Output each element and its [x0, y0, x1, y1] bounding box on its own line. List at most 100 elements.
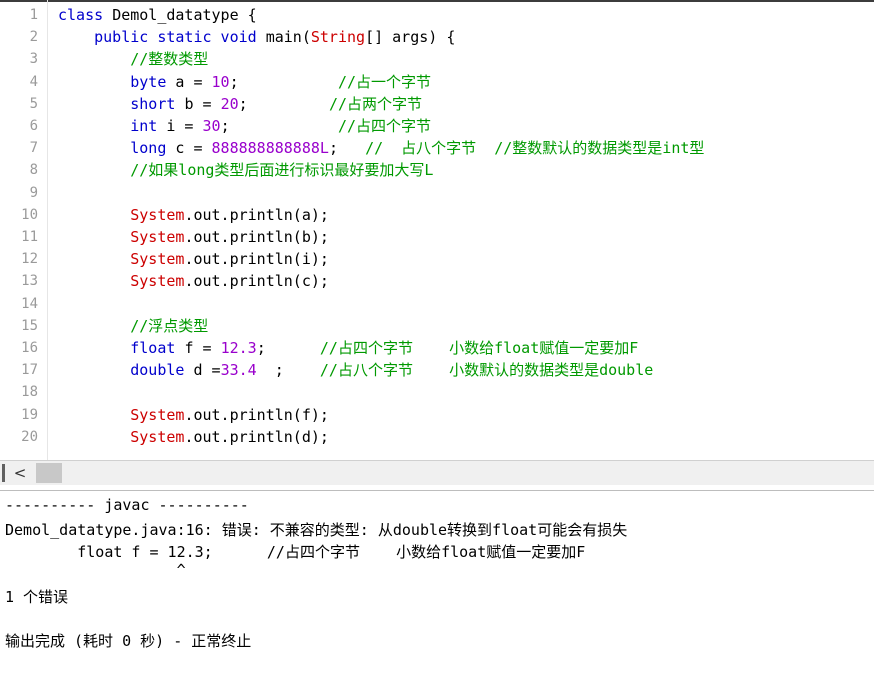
code-token: c = — [175, 139, 212, 158]
code-text: System.out.println(b); — [58, 226, 329, 248]
code-text: double d =33.4 ; //占八个字节 小数默认的数据类型是doubl… — [58, 359, 653, 381]
line-number: 13 — [21, 273, 38, 290]
code-token: 10 — [211, 72, 230, 91]
line-number: 16 — [21, 340, 38, 356]
code-line[interactable]: 10 System.out.println(a); — [0, 204, 874, 226]
code-line[interactable]: 14 — [0, 293, 874, 315]
code-token: 20 — [220, 94, 239, 113]
code-text: byte a = 10; //占一个字节 — [58, 71, 431, 93]
code-line[interactable]: 12 System.out.println(i); — [0, 248, 874, 270]
code-text: public static void main(String[] args) { — [58, 26, 455, 48]
code-text: //浮点类型 — [58, 315, 208, 337]
code-line[interactable]: 7 long c = 888888888888L; // 占八个字节 //整数默… — [0, 137, 874, 159]
line-number: 11 — [21, 229, 38, 245]
code-token: .out.println(c); — [184, 272, 329, 291]
code-token: class — [58, 6, 113, 24]
code-token: short — [58, 94, 185, 113]
code-line[interactable]: 2 public static void main(String[] args)… — [0, 26, 874, 48]
code-line[interactable]: 15 //浮点类型 — [0, 315, 874, 337]
code-token: ; — [238, 94, 329, 113]
line-number: 1 — [29, 7, 38, 23]
editor-top-border — [0, 0, 874, 2]
code-token: System — [58, 427, 185, 446]
code-line[interactable]: 5 short b = 20; //占两个字节 — [0, 93, 874, 115]
code-token: //占四个字节 — [337, 117, 432, 135]
line-number: 17 — [21, 362, 38, 379]
horizontal-scrollbar[interactable]: < — [0, 460, 874, 485]
scrollbar-edge — [2, 464, 5, 482]
code-line[interactable]: 20 System.out.println(d); — [0, 426, 874, 448]
code-token: //整数类型 — [58, 50, 209, 69]
code-token: .out.println(b); — [184, 228, 329, 246]
code-text: long c = 888888888888L; // 占八个字节 //整数默认的… — [58, 137, 704, 159]
line-number: 15 — [21, 317, 38, 334]
code-text: float f = 12.3; //占四个字节 小数给float赋值一定要加F — [58, 337, 638, 359]
code-line[interactable]: 17 double d =33.4 ; //占八个字节 小数默认的数据类型是do… — [0, 359, 874, 381]
output-line: ^ — [5, 561, 186, 579]
code-line[interactable]: 3 //整数类型 — [0, 48, 874, 70]
code-line[interactable]: 1 class Demol_datatype { — [0, 4, 874, 26]
code-text: class Demol_datatype { — [58, 4, 257, 26]
code-text: System.out.println(c); — [58, 270, 329, 292]
code-token: System — [58, 228, 185, 246]
code-token: //占一个字节 — [337, 72, 432, 91]
code-editor[interactable]: 1 class Demol_datatype {2 public static v… — [0, 0, 874, 460]
code-token: ; — [256, 361, 320, 380]
code-token: ; — [220, 117, 338, 135]
line-number: 2 — [29, 29, 38, 46]
code-token: System — [58, 405, 185, 424]
line-number: 8 — [29, 162, 38, 179]
code-line[interactable]: 11 System.out.println(b); — [0, 226, 874, 248]
code-line[interactable]: 18 — [0, 381, 874, 403]
code-text: //如果long类型后面进行标识最好要加大写L — [58, 159, 433, 181]
code-line[interactable]: 19 System.out.println(f); — [0, 404, 874, 426]
line-number: 19 — [21, 406, 38, 423]
code-text: short b = 20; //占两个字节 — [58, 93, 422, 115]
line-number: 18 — [21, 384, 38, 401]
line-number: 12 — [21, 251, 38, 268]
code-token: float — [58, 339, 185, 357]
code-line[interactable]: 13 System.out.println(c); — [0, 270, 874, 292]
line-number: 7 — [29, 140, 38, 157]
code-token: b = — [184, 94, 221, 113]
code-token: 12.3 — [220, 339, 257, 357]
code-token: .out.println(d); — [184, 427, 329, 446]
output-line: 1 个错误 — [5, 588, 69, 606]
code-token: 33.4 — [220, 361, 257, 380]
scroll-left-arrow-icon[interactable]: < — [8, 462, 32, 484]
code-line[interactable]: 9 — [0, 182, 874, 204]
code-token: //浮点类型 — [58, 316, 209, 335]
code-token: System — [58, 272, 185, 291]
code-token: //占八个字节 小数默认的数据类型是double — [319, 361, 654, 380]
pane-splitter[interactable] — [0, 485, 874, 491]
line-number: 10 — [21, 206, 38, 223]
code-text: System.out.println(a); — [58, 204, 329, 226]
line-number: 5 — [29, 95, 38, 112]
code-token: .out.println(i); — [184, 250, 329, 269]
code-token: 30 — [202, 117, 221, 135]
code-token: public static void — [58, 28, 266, 47]
line-number: 9 — [29, 184, 38, 201]
code-token: int — [58, 117, 167, 135]
scrollbar-thumb[interactable] — [36, 463, 62, 483]
code-token: 888888888888L — [211, 139, 329, 158]
code-token: // 占八个字节 //整数默认的数据类型是int型 — [365, 139, 705, 158]
output-line: 输出完成 (耗时 0 秒) - 正常终止 — [5, 632, 252, 650]
code-token: ; — [229, 72, 338, 91]
code-token: double — [58, 361, 194, 380]
code-token: [] args) { — [365, 28, 456, 47]
code-line[interactable]: 8 //如果long类型后面进行标识最好要加大写L — [0, 159, 874, 181]
code-line[interactable]: 4 byte a = 10; //占一个字节 — [0, 71, 874, 93]
line-number: 14 — [21, 295, 38, 312]
output-line: ---------- javac ---------- — [5, 496, 249, 514]
line-number: 3 — [29, 51, 38, 68]
line-number: 6 — [29, 118, 38, 134]
code-token: System — [58, 205, 185, 224]
code-line[interactable]: 6 int i = 30; //占四个字节 — [0, 115, 874, 137]
code-token: i = — [166, 117, 203, 135]
output-line: Demol_datatype.java:16: 错误: 不兼容的类型: 从dou… — [5, 521, 628, 539]
code-text: //整数类型 — [58, 48, 208, 70]
code-token: f = — [184, 339, 221, 357]
code-token: .out.println(f); — [184, 405, 329, 424]
code-line[interactable]: 16 float f = 12.3; //占四个字节 小数给float赋值一定要… — [0, 337, 874, 359]
